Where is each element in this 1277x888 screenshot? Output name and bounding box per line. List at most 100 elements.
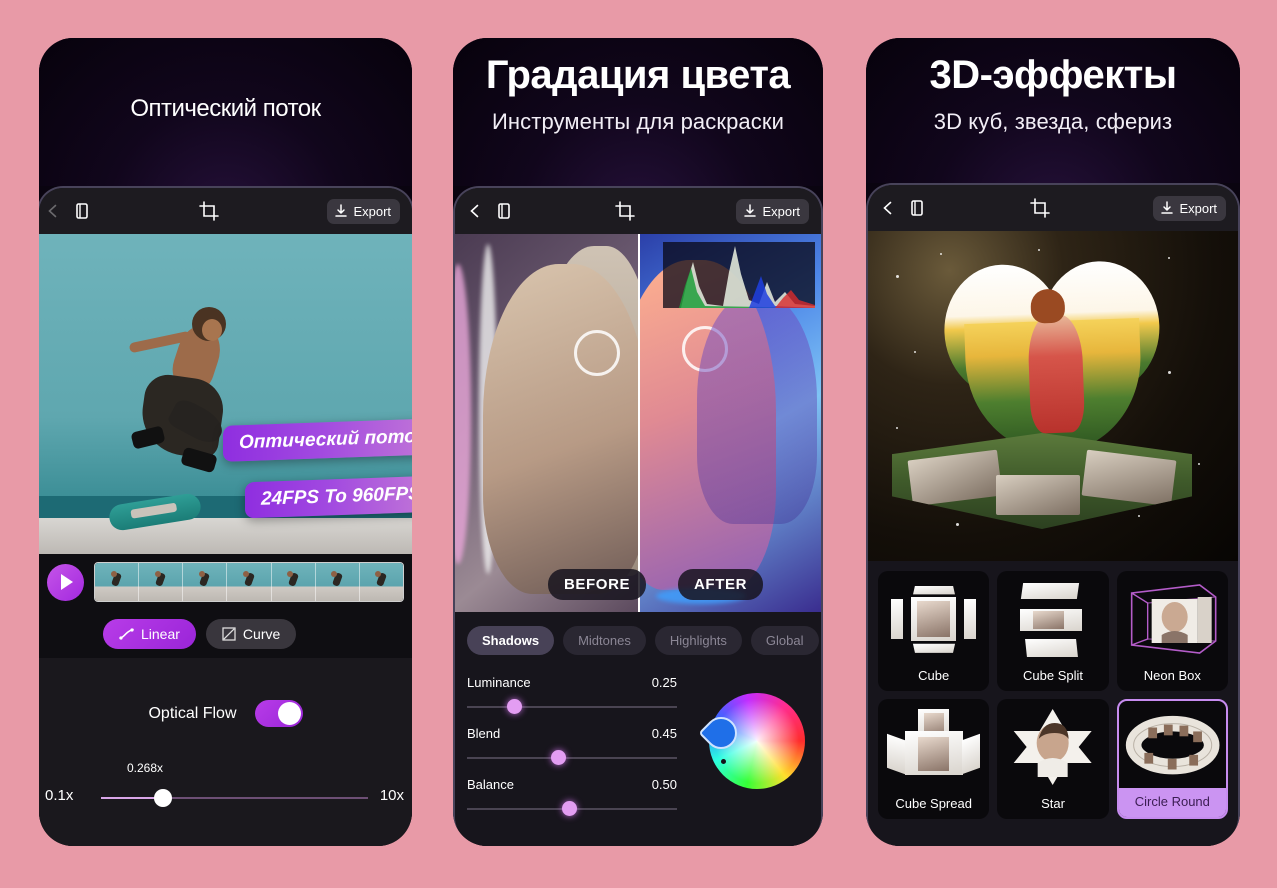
3d-effects-panel: Cube Cube Split Neon Box Cube Spread Sta… bbox=[868, 561, 1238, 846]
optical-flow-toggle-row: Optical Flow bbox=[39, 700, 412, 727]
export-label: Export bbox=[353, 203, 392, 219]
luminance-track[interactable] bbox=[467, 699, 677, 714]
speed-value-label: 0.268x bbox=[127, 761, 164, 775]
promo-subtitle-3: 3D куб, звезда, сфериз bbox=[933, 109, 1173, 134]
toggle-knob bbox=[277, 702, 301, 725]
crop-icon[interactable] bbox=[614, 201, 635, 221]
phone-mockup-optical-flow: Оптический поток Export Оптический поток… bbox=[39, 38, 412, 846]
mode-curve-button[interactable]: Curve bbox=[205, 619, 297, 649]
tab-shadows[interactable]: Shadows bbox=[467, 626, 555, 655]
aspect-ratio-icon[interactable] bbox=[495, 202, 513, 220]
blend-value: 0.45 bbox=[651, 726, 677, 741]
tab-highlights[interactable]: Highlights bbox=[654, 626, 742, 655]
chevron-left-icon[interactable] bbox=[45, 203, 61, 219]
chevron-left-icon[interactable] bbox=[467, 203, 483, 219]
effect-card-circle-round[interactable]: Circle Round bbox=[1116, 699, 1228, 819]
tone-range-tabs: Shadows Midtones Highlights Global bbox=[467, 626, 819, 655]
mode-selector: Linear Curve bbox=[39, 610, 412, 658]
circle-round-thumbnail bbox=[1119, 707, 1226, 791]
effect-card-cube-spread[interactable]: Cube Spread bbox=[878, 699, 990, 819]
film-frame bbox=[183, 563, 228, 601]
aspect-ratio-icon[interactable] bbox=[908, 199, 926, 217]
promo-title-3: 3D-эффекты bbox=[929, 54, 1177, 96]
crop-icon[interactable] bbox=[199, 201, 220, 221]
app-screen-3: Export Cube Cube Split Neon Box Cube Spr… bbox=[866, 183, 1240, 846]
tab-global[interactable]: Global bbox=[750, 626, 819, 655]
export-button[interactable]: Export bbox=[327, 198, 401, 224]
play-button[interactable] bbox=[47, 563, 84, 601]
film-frame bbox=[139, 563, 184, 601]
export-label: Export bbox=[1179, 200, 1218, 216]
luminance-label: Luminance bbox=[467, 675, 531, 690]
speed-slider-handle[interactable] bbox=[154, 789, 173, 807]
app-screen-2: Export BEFORE AFTER Shadows Midtones Hig… bbox=[453, 186, 823, 846]
promo-title-2: Градация цвета bbox=[485, 53, 791, 97]
balance-track[interactable] bbox=[467, 801, 677, 816]
effect-card-cube-split[interactable]: Cube Split bbox=[997, 571, 1109, 691]
optical-flow-label: Optical Flow bbox=[148, 704, 237, 722]
filmstrip[interactable] bbox=[94, 562, 404, 602]
promo-title-2-text: Градация цвета bbox=[485, 53, 791, 97]
promo-title-1: Оптический поток bbox=[130, 95, 321, 122]
3d-effect-preview[interactable] bbox=[868, 231, 1238, 561]
overlay-tag-feature: Оптический поток bbox=[223, 418, 412, 462]
export-label: Export bbox=[762, 203, 801, 219]
blend-handle[interactable] bbox=[551, 750, 566, 765]
blend-track[interactable] bbox=[467, 750, 677, 765]
film-frame bbox=[227, 563, 272, 601]
film-frame bbox=[95, 563, 140, 601]
effect-card-cube[interactable]: Cube bbox=[878, 571, 990, 691]
luminance-value: 0.25 bbox=[651, 675, 677, 690]
star-thumbnail bbox=[997, 705, 1108, 789]
before-after-divider[interactable] bbox=[638, 234, 640, 612]
toolbar-3: Export bbox=[868, 185, 1238, 231]
balance-value: 0.50 bbox=[651, 777, 677, 792]
aspect-ratio-icon[interactable] bbox=[73, 202, 91, 220]
promo-header-1: Оптический поток bbox=[39, 38, 412, 186]
promo-collage: Оптический поток Export Оптический поток… bbox=[0, 0, 1277, 888]
before-after-preview[interactable]: BEFORE AFTER bbox=[455, 234, 821, 612]
film-frame bbox=[315, 563, 360, 601]
color-wheel-center-dot bbox=[721, 759, 726, 764]
blend-label: Blend bbox=[467, 726, 501, 741]
promo-header-2: Градация цвета Инструменты для раскраски bbox=[453, 38, 823, 186]
balance-handle[interactable] bbox=[561, 801, 577, 816]
effect-label: Cube Spread bbox=[895, 796, 972, 811]
film-frame bbox=[271, 563, 316, 601]
crop-icon[interactable] bbox=[1029, 198, 1050, 218]
download-icon bbox=[334, 204, 348, 218]
toolbar-1: Export bbox=[39, 188, 412, 234]
color-grading-panel: Shadows Midtones Highlights Global Lumin… bbox=[455, 612, 821, 846]
play-icon bbox=[61, 574, 73, 590]
phone-mockup-3d-effects: 3D-эффекты 3D куб, звезда, сфериз Export… bbox=[866, 38, 1240, 846]
balance-label: Balance bbox=[467, 777, 514, 792]
effect-card-neon-box[interactable]: Neon Box bbox=[1116, 571, 1228, 691]
grading-controls: Luminance 0.25 Blend 0.45 Balance 0.50 bbox=[467, 675, 809, 828]
effect-label: Cube Split bbox=[1023, 668, 1083, 683]
histogram-overlay bbox=[663, 242, 815, 308]
chevron-left-icon[interactable] bbox=[880, 200, 896, 216]
optical-flow-toggle[interactable] bbox=[254, 700, 303, 727]
download-icon bbox=[743, 204, 757, 218]
export-button[interactable]: Export bbox=[1153, 195, 1227, 221]
preview-ground bbox=[39, 518, 412, 554]
video-preview-1[interactable]: Оптический поток 24FPS To 960FPS bbox=[39, 234, 412, 554]
effect-label: Cube bbox=[918, 668, 950, 683]
slider-blend: Blend 0.45 bbox=[467, 726, 699, 765]
color-wheel[interactable] bbox=[698, 693, 805, 789]
app-screen-1: Export Оптический поток 24FPS To 960FPS bbox=[39, 186, 412, 846]
cube-spread-thumbnail bbox=[878, 705, 989, 789]
tab-midtones[interactable]: Midtones bbox=[563, 626, 646, 655]
mode-linear-label: Linear bbox=[141, 626, 180, 642]
after-badge: AFTER bbox=[678, 569, 763, 600]
effect-card-star[interactable]: Star bbox=[997, 699, 1109, 819]
cube-split-thumbnail bbox=[997, 577, 1108, 661]
luminance-handle[interactable] bbox=[506, 699, 522, 714]
speed-slider-fill bbox=[101, 797, 163, 799]
slider-luminance: Luminance 0.25 bbox=[467, 675, 699, 714]
export-button[interactable]: Export bbox=[736, 198, 810, 224]
color-wheel-marker[interactable] bbox=[698, 710, 744, 756]
mode-linear-button[interactable]: Linear bbox=[103, 619, 196, 649]
speed-slider-track[interactable] bbox=[101, 789, 368, 807]
speed-min-label: 0.1x bbox=[45, 787, 74, 804]
